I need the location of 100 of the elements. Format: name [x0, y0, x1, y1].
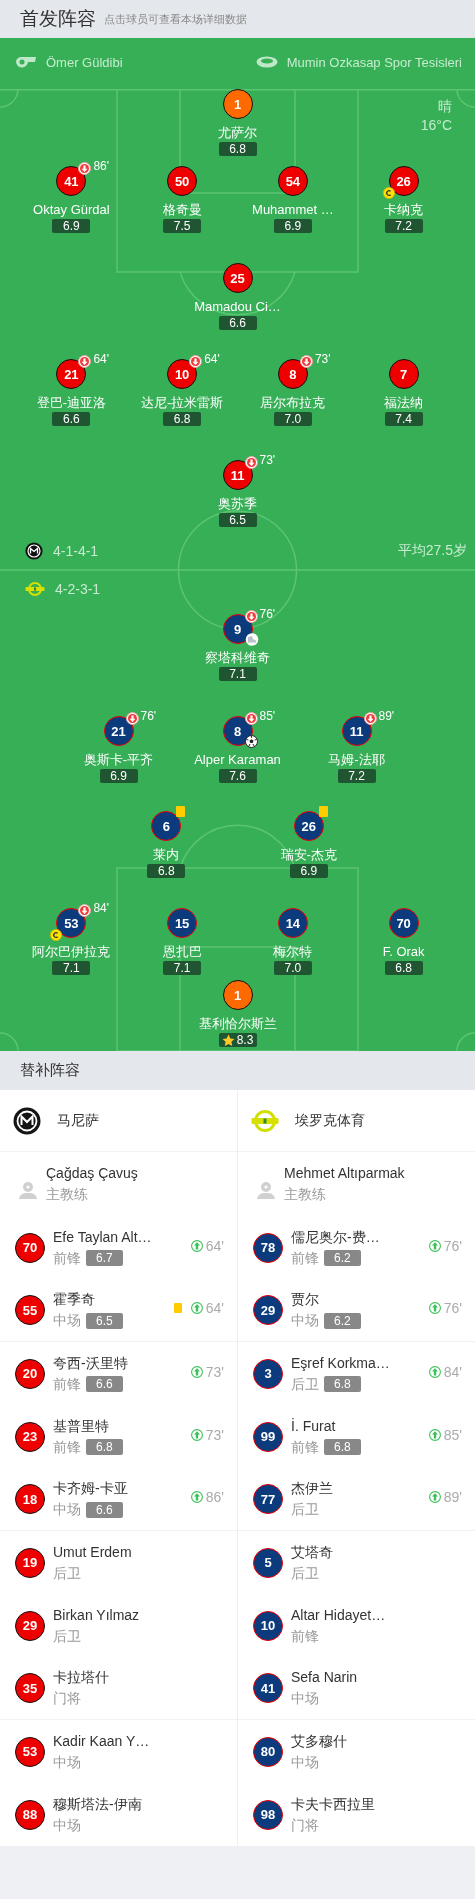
substitution-minute: 84'	[443, 1363, 462, 1380]
player-name: 杰伊兰	[291, 1479, 334, 1498]
average-age: 平均27.5岁	[397, 542, 467, 560]
down-arrow-icon	[78, 904, 92, 917]
rating-value: 6.6	[229, 316, 246, 330]
player-position: 门将	[53, 1689, 81, 1708]
substitution-minute: 85'	[443, 1426, 462, 1443]
up-arrow-icon	[190, 1491, 203, 1503]
player-name: Alper Karaman	[194, 752, 281, 767]
player-number-badge[interactable]: 99	[253, 1421, 283, 1452]
player-number-badge[interactable]: 25	[222, 263, 253, 293]
substitution-minute: 84'	[93, 901, 109, 915]
player-number-badge[interactable]: 14	[277, 908, 308, 938]
substitution-minute: 64'	[205, 1300, 224, 1316]
player-position: 中场	[291, 1689, 319, 1708]
player-position: 前锋	[53, 1437, 81, 1457]
rating-value: 6.6	[63, 412, 80, 426]
player-number-badge[interactable]: 3	[253, 1358, 283, 1389]
player-number-badge[interactable]: 78	[253, 1232, 283, 1263]
rating-value: 6.8	[157, 864, 175, 878]
player-position: 前锋	[291, 1437, 319, 1457]
player-name: 福法纳	[384, 395, 424, 410]
coach-role: 主教练	[284, 1185, 327, 1204]
player-position: 中场	[53, 1311, 81, 1330]
rating-value: 7.4	[395, 412, 412, 426]
player-number-badge[interactable]: 26	[293, 811, 324, 841]
up-arrow-icon	[190, 1302, 203, 1314]
player-number-badge[interactable]: 70	[15, 1232, 45, 1263]
player-number-badge[interactable]: 50	[167, 166, 198, 196]
player-number-badge[interactable]: 80	[253, 1736, 283, 1767]
substitution-minute: 89'	[378, 709, 395, 723]
player-name: 尤萨尔	[218, 125, 257, 140]
substitution-minute: 64'	[204, 352, 220, 366]
substitution-minute: 73'	[314, 352, 331, 366]
player-position: 前锋	[291, 1248, 319, 1268]
player-name: 马姆-法耶	[328, 752, 385, 767]
player-position: 后卫	[53, 1563, 81, 1583]
formation: 4-1-4-1	[53, 543, 99, 559]
substitution-minute: 89'	[443, 1489, 462, 1505]
player-number-badge[interactable]: 10	[167, 359, 198, 389]
player-number-badge[interactable]: 20	[15, 1358, 45, 1389]
player-number-badge[interactable]: 18	[15, 1484, 45, 1514]
player-number-badge[interactable]: 41	[56, 166, 87, 196]
player-position: 中场	[291, 1752, 319, 1772]
player-name: Birkan Yılmaz	[53, 1605, 141, 1625]
player-number-badge[interactable]: 98	[253, 1799, 283, 1830]
player-number-badge[interactable]: 10	[253, 1610, 283, 1641]
section-title: 首发阵容	[20, 7, 96, 31]
rating-value: 6.8	[173, 412, 191, 426]
player-number-badge[interactable]: 1	[222, 980, 253, 1010]
player-number-badge[interactable]: 53	[15, 1736, 45, 1767]
rating-value: 7.0	[284, 961, 302, 975]
player-number-badge[interactable]: 8	[277, 359, 308, 389]
player-number-badge[interactable]: 11	[341, 716, 372, 746]
player-number-badge[interactable]: 7	[388, 359, 419, 389]
player-name: 奥苏季	[218, 496, 257, 511]
team-name: 马尼萨	[57, 1111, 99, 1130]
player-position: 后卫	[291, 1563, 319, 1583]
player-number-badge[interactable]: 21	[103, 716, 134, 746]
section-title: 替补阵容	[20, 1061, 80, 1080]
player-name: Eşref Korkma…	[291, 1353, 391, 1373]
player-name: 梅尔特	[273, 944, 313, 959]
rating-value: 6.9	[284, 219, 302, 233]
player-name: 卡纳克	[384, 202, 424, 217]
player-number-badge[interactable]: 70	[388, 908, 419, 938]
substitution-minute: 76'	[443, 1300, 462, 1316]
player-number-badge[interactable]: 54	[277, 166, 308, 196]
player-number-badge[interactable]: 21	[56, 359, 87, 389]
player-number-badge[interactable]: 11	[222, 460, 253, 490]
temperature: 16°C	[420, 116, 452, 135]
player-number-badge[interactable]: 6	[151, 811, 182, 841]
formation: 4-2-3-1	[55, 581, 101, 597]
team-logo-icon	[251, 1109, 279, 1132]
up-arrow-icon	[428, 1428, 441, 1441]
player-number-badge[interactable]: 35	[15, 1673, 45, 1703]
player-number-badge[interactable]: 88	[15, 1799, 45, 1830]
player-number-badge[interactable]: 29	[253, 1295, 283, 1325]
player-number-badge[interactable]: 23	[15, 1421, 45, 1452]
player-number-badge[interactable]: 41	[253, 1673, 283, 1703]
rating-value: 7.1	[173, 961, 191, 975]
player-number-badge[interactable]: 1	[222, 89, 253, 119]
rating-badge: 6.6	[86, 1376, 123, 1392]
rating-badge: 6.8	[324, 1376, 361, 1392]
player-name: 达尼-拉米雷斯	[140, 395, 224, 410]
player-position: 后卫	[53, 1626, 81, 1646]
player-name: 奥斯卡-平齐	[83, 752, 154, 767]
player-name: 夸西-沃里特	[53, 1353, 129, 1373]
down-arrow-icon	[78, 162, 92, 175]
player-name: 格奇曼	[162, 202, 202, 217]
player-number-badge[interactable]: 55	[15, 1295, 45, 1325]
player-number-badge[interactable]: 19	[15, 1547, 45, 1578]
player-number-badge[interactable]: 29	[15, 1610, 45, 1641]
player-name: 基普里特	[53, 1416, 110, 1436]
player-name: 卡拉塔什	[53, 1668, 110, 1687]
player-name: 基利恰尔斯兰	[198, 1016, 277, 1031]
player-number-badge[interactable]: 77	[253, 1484, 283, 1514]
player-number-badge[interactable]: 15	[167, 908, 198, 938]
rating-value: 7.0	[284, 412, 302, 426]
player-number-badge[interactable]: 5	[253, 1547, 283, 1578]
player-number-badge[interactable]: 26	[388, 166, 419, 196]
